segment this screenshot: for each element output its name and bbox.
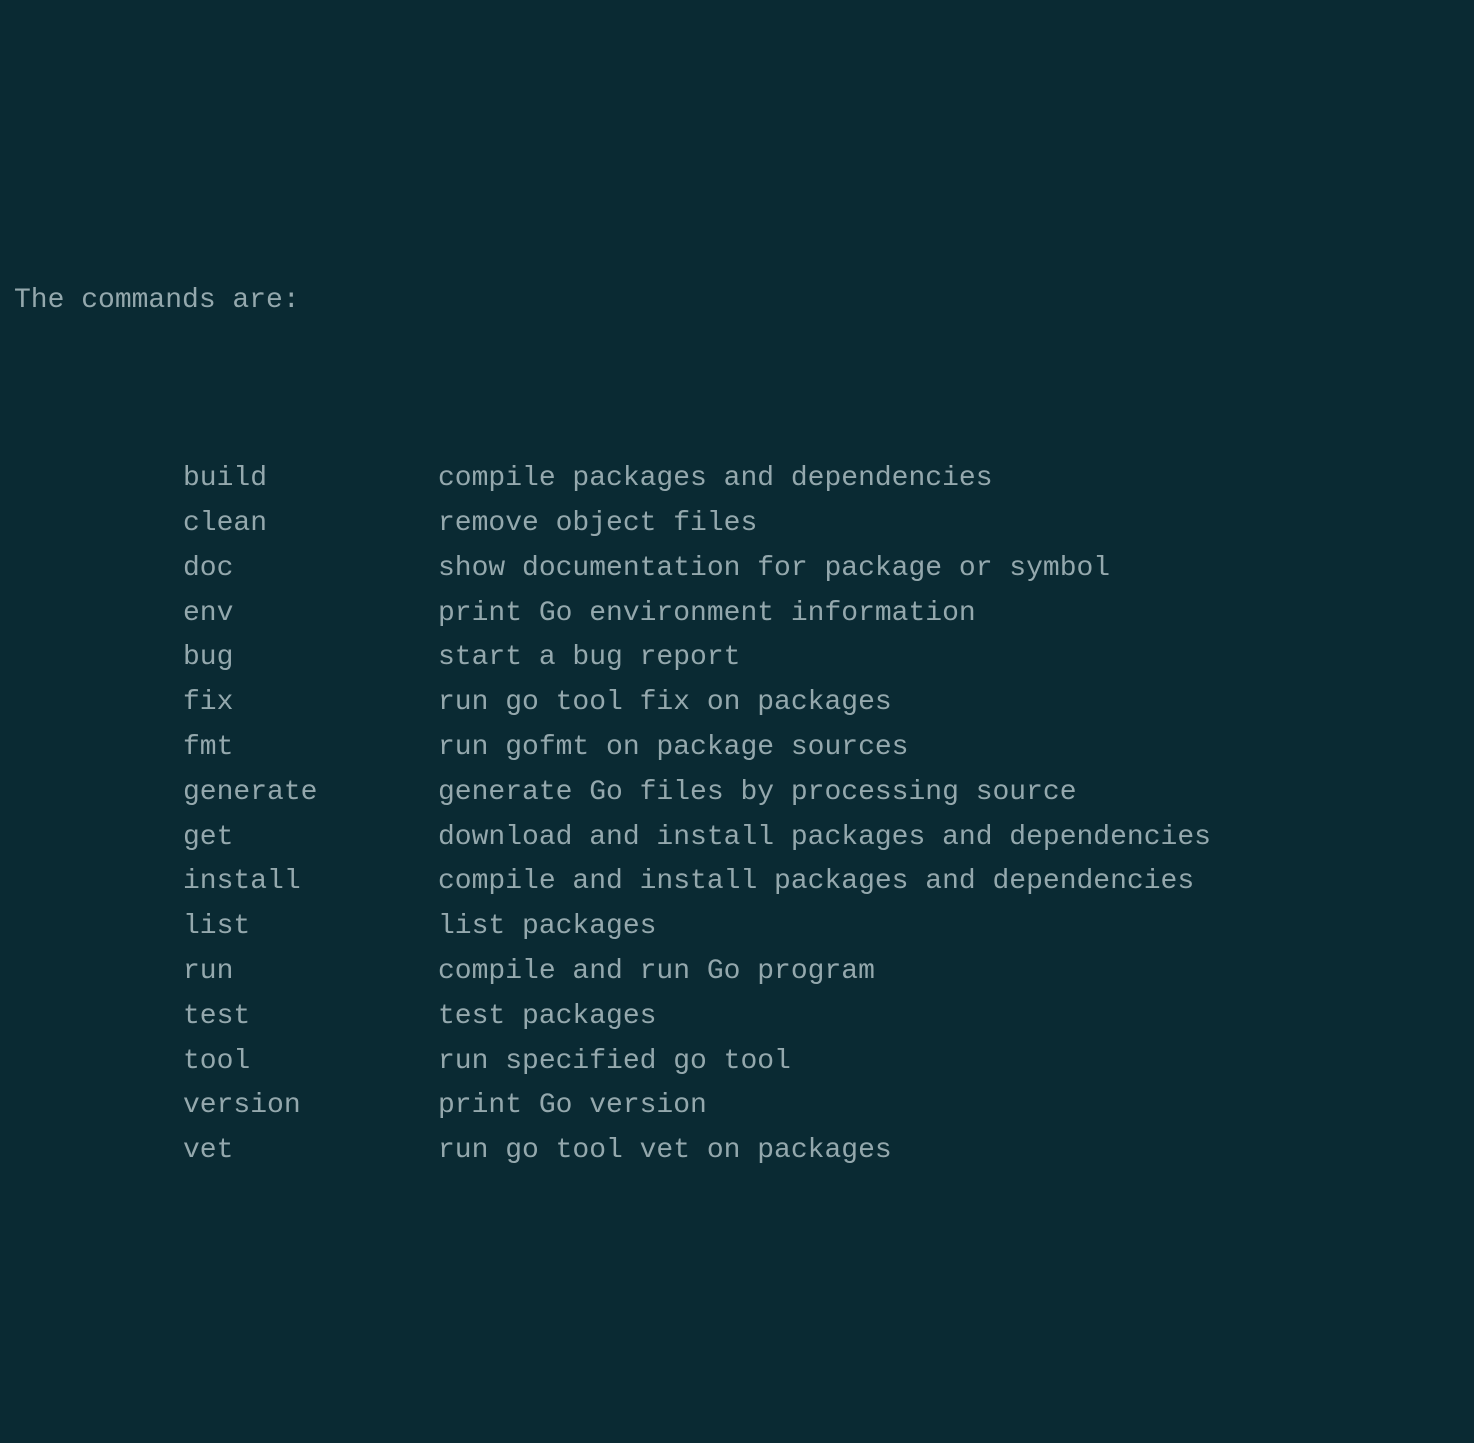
command-row: getdownload and install packages and dep… — [14, 816, 1460, 861]
command-name: tool — [183, 1040, 438, 1085]
command-description: print Go environment information — [438, 598, 976, 629]
command-row: versionprint Go version — [14, 1084, 1460, 1129]
command-name: fmt — [183, 726, 438, 771]
command-description: generate Go files by processing source — [438, 777, 1077, 808]
command-description: test packages — [438, 1001, 656, 1032]
command-row: envprint Go environment information — [14, 592, 1460, 637]
command-row: fmtrun gofmt on package sources — [14, 726, 1460, 771]
command-description: run go tool fix on packages — [438, 687, 892, 718]
command-row: vetrun go tool vet on packages — [14, 1129, 1460, 1174]
command-name: test — [183, 995, 438, 1040]
command-description: compile and install packages and depende… — [438, 866, 1194, 897]
commands-header: The commands are: — [14, 279, 1460, 324]
command-description: run go tool vet on packages — [438, 1135, 892, 1166]
commands-list: buildcompile packages and dependenciescl… — [14, 457, 1460, 1174]
command-description: compile and run Go program — [438, 956, 875, 987]
command-name: fix — [183, 681, 438, 726]
command-row: cleanremove object files — [14, 502, 1460, 547]
command-row: installcompile and install packages and … — [14, 860, 1460, 905]
command-name: build — [183, 457, 438, 502]
command-description: compile packages and dependencies — [438, 463, 993, 494]
command-row: generategenerate Go files by processing … — [14, 771, 1460, 816]
command-description: list packages — [438, 911, 656, 942]
command-name: vet — [183, 1129, 438, 1174]
command-row: testtest packages — [14, 995, 1460, 1040]
command-row: runcompile and run Go program — [14, 950, 1460, 995]
command-name: list — [183, 905, 438, 950]
command-row: docshow documentation for package or sym… — [14, 547, 1460, 592]
command-name: bug — [183, 636, 438, 681]
command-row: listlist packages — [14, 905, 1460, 950]
command-name: doc — [183, 547, 438, 592]
command-name: generate — [183, 771, 438, 816]
command-description: start a bug report — [438, 642, 740, 673]
command-row: bugstart a bug report — [14, 636, 1460, 681]
command-row: buildcompile packages and dependencies — [14, 457, 1460, 502]
command-name: clean — [183, 502, 438, 547]
command-description: remove object files — [438, 508, 757, 539]
command-description: run specified go tool — [438, 1046, 791, 1077]
command-name: env — [183, 592, 438, 637]
command-description: print Go version — [438, 1090, 707, 1121]
command-name: install — [183, 860, 438, 905]
command-name: run — [183, 950, 438, 995]
command-name: version — [183, 1084, 438, 1129]
command-description: show documentation for package or symbol — [438, 553, 1110, 584]
command-row: toolrun specified go tool — [14, 1040, 1460, 1085]
terminal-output: The commands are: buildcompile packages … — [14, 189, 1460, 1219]
command-name: get — [183, 816, 438, 861]
command-description: download and install packages and depend… — [438, 822, 1211, 853]
command-description: run gofmt on package sources — [438, 732, 908, 763]
command-row: fixrun go tool fix on packages — [14, 681, 1460, 726]
